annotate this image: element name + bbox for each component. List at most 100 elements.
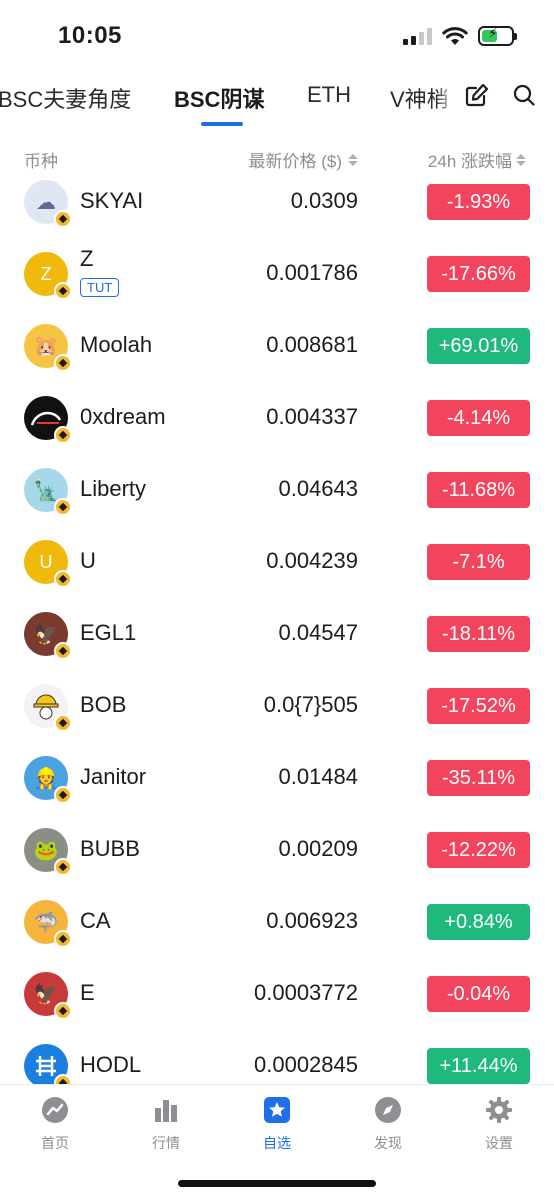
coin-price: 0.04547 bbox=[278, 620, 358, 645]
tab-tools bbox=[458, 82, 536, 108]
tab-eth[interactable]: ETH bbox=[307, 82, 351, 108]
coin-price: 0.04643 bbox=[278, 476, 358, 501]
nav-watchlist[interactable]: 自选 bbox=[237, 1095, 317, 1153]
coin-price: 0.004337 bbox=[266, 404, 358, 429]
change-pill[interactable]: -17.66% bbox=[427, 256, 530, 292]
coin-row[interactable]: 👷 Janitor 0.01484 -35.11% bbox=[0, 742, 554, 814]
change-pill[interactable]: -1.93% bbox=[427, 184, 530, 220]
coin-row[interactable]: U U 0.004239 -7.1% bbox=[0, 526, 554, 598]
coin-avatar: U bbox=[24, 540, 72, 588]
coin-price: 0.001786 bbox=[266, 260, 358, 285]
coin-name: HODL bbox=[80, 1052, 142, 1077]
wifi-icon bbox=[442, 26, 468, 45]
coin-price: 0.00209 bbox=[278, 836, 358, 861]
bnb-chain-icon bbox=[54, 426, 72, 444]
nav-watchlist-label: 自选 bbox=[263, 1135, 291, 1151]
coin-row[interactable]: 🦅 E 0.0003772 -0.04% bbox=[0, 958, 554, 1030]
change-pill[interactable]: -18.11% bbox=[427, 616, 530, 652]
bnb-chain-icon bbox=[54, 1074, 72, 1084]
change-pill[interactable]: +11.44% bbox=[427, 1048, 530, 1084]
nav-home-label: 首页 bbox=[41, 1135, 69, 1151]
home-indicator bbox=[178, 1180, 376, 1187]
nav-market[interactable]: 行情 bbox=[126, 1095, 206, 1153]
settings-gear-icon bbox=[484, 1095, 514, 1125]
change-pill[interactable]: -0.04% bbox=[427, 976, 530, 1012]
sort-arrows-icon bbox=[348, 153, 358, 166]
coin-row[interactable]: 🦈 CA 0.006923 +0.84% bbox=[0, 886, 554, 958]
coin-row[interactable]: 🐹 Moolah 0.008681 +69.01% bbox=[0, 310, 554, 382]
coin-avatar: ☁ bbox=[24, 180, 72, 228]
avatar-letter: U bbox=[39, 551, 53, 572]
coin-avatar: 🐸 bbox=[24, 828, 72, 876]
bnb-chain-icon bbox=[54, 930, 72, 948]
nav-discover-label: 发现 bbox=[374, 1135, 402, 1151]
home-chart-icon bbox=[40, 1095, 70, 1125]
nav-home[interactable]: 首页 bbox=[15, 1095, 95, 1153]
coin-name: CA bbox=[80, 908, 111, 933]
bnb-chain-icon bbox=[54, 498, 72, 516]
coin-name: Moolah bbox=[80, 332, 153, 357]
active-tab-indicator bbox=[201, 122, 243, 126]
bnb-chain-icon bbox=[54, 210, 72, 228]
coin-list[interactable]: ☁ SKYAI 0.0309 -1.93% Z Z TUT 0.001786 -… bbox=[0, 166, 554, 1084]
coin-avatar bbox=[24, 396, 72, 444]
status-bar: 10:05 ⚡ bbox=[0, 0, 554, 70]
tab-bsc-conspiracy[interactable]: BSC阴谋 bbox=[174, 82, 264, 114]
coin-price: 0.0{7}505 bbox=[263, 692, 358, 717]
edit-icon[interactable] bbox=[464, 82, 490, 108]
coin-name: Liberty bbox=[80, 476, 147, 501]
coin-price: 0.004239 bbox=[266, 548, 358, 573]
battery-icon: ⚡ bbox=[478, 25, 517, 46]
search-icon[interactable] bbox=[512, 83, 536, 107]
coin-row[interactable]: 🦅 EGL1 0.04547 -18.11% bbox=[0, 598, 554, 670]
coin-row[interactable]: 0xdream 0.004337 -4.14% bbox=[0, 382, 554, 454]
bnb-chain-icon bbox=[54, 642, 72, 660]
coin-name: Z bbox=[80, 246, 94, 271]
bnb-chain-icon bbox=[54, 786, 72, 804]
change-pill[interactable]: -11.68% bbox=[427, 472, 530, 508]
coin-name: 0xdream bbox=[80, 404, 166, 429]
tab-fade bbox=[436, 72, 456, 122]
nav-discover[interactable]: 发现 bbox=[348, 1095, 428, 1153]
coin-avatar bbox=[24, 684, 72, 732]
coin-price: 0.008681 bbox=[266, 332, 358, 357]
coin-row[interactable]: 🐸 BUBB 0.00209 -12.22% bbox=[0, 814, 554, 886]
coin-avatar: 🦈 bbox=[24, 900, 72, 948]
bnb-chain-icon bbox=[54, 282, 72, 300]
coin-avatar: 🦅 bbox=[24, 972, 72, 1020]
coin-avatar: 👷 bbox=[24, 756, 72, 804]
bnb-chain-icon bbox=[54, 354, 72, 372]
dream-logo-icon bbox=[30, 411, 62, 426]
coin-price: 0.0003772 bbox=[254, 980, 358, 1005]
nav-settings[interactable]: 设置 bbox=[459, 1095, 539, 1153]
bnb-chain-icon bbox=[54, 570, 72, 588]
coin-name: E bbox=[80, 980, 95, 1005]
change-pill[interactable]: -17.52% bbox=[427, 688, 530, 724]
bnb-chain-icon bbox=[54, 714, 72, 732]
coin-price: 0.01484 bbox=[278, 764, 358, 789]
coin-avatar: 🦅 bbox=[24, 612, 72, 660]
nav-settings-label: 设置 bbox=[485, 1135, 513, 1151]
nav-market-label: 行情 bbox=[152, 1135, 180, 1151]
coin-row[interactable]: Z Z TUT 0.001786 -17.66% bbox=[0, 238, 554, 310]
compass-icon bbox=[373, 1095, 403, 1125]
change-pill[interactable]: -4.14% bbox=[427, 400, 530, 436]
change-pill[interactable]: +0.84% bbox=[427, 904, 530, 940]
coin-row[interactable]: HODL 0.0002845 +11.44% bbox=[0, 1030, 554, 1084]
coin-price: 0.0309 bbox=[290, 188, 358, 213]
change-pill[interactable]: +69.01% bbox=[427, 328, 530, 364]
coin-name: SKYAI bbox=[80, 188, 144, 213]
bnb-chain-icon bbox=[54, 858, 72, 876]
coin-row[interactable]: 🗽 Liberty 0.04643 -11.68% bbox=[0, 454, 554, 526]
coin-row[interactable]: BOB 0.0{7}505 -17.52% bbox=[0, 670, 554, 742]
cellular-signal-icon bbox=[403, 27, 432, 45]
change-pill[interactable]: -12.22% bbox=[427, 832, 530, 868]
change-pill[interactable]: -35.11% bbox=[427, 760, 530, 796]
tab-bsc-couple[interactable]: BSC夫妻角度 bbox=[0, 82, 131, 114]
avatar-letter: Z bbox=[40, 263, 52, 284]
coin-name: U bbox=[80, 548, 96, 573]
coin-row[interactable]: ☁ SKYAI 0.0309 -1.93% bbox=[0, 166, 554, 238]
change-pill[interactable]: -7.1% bbox=[427, 544, 530, 580]
coin-avatar: 🐹 bbox=[24, 324, 72, 372]
coin-avatar bbox=[24, 1044, 72, 1084]
